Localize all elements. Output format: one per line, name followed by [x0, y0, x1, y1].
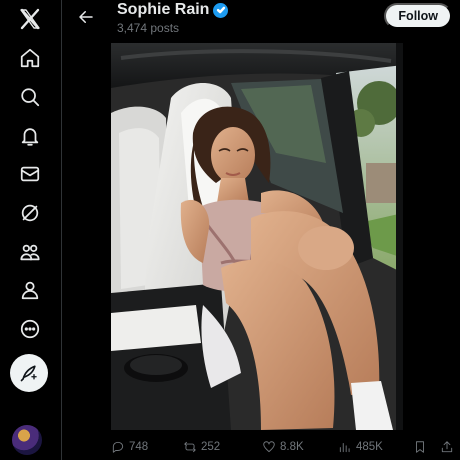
- reply-icon: [112, 441, 124, 453]
- grok-icon[interactable]: [13, 196, 47, 230]
- search-icon[interactable]: [13, 80, 47, 114]
- repost-icon: [184, 441, 196, 453]
- compose-post-button[interactable]: [10, 354, 48, 392]
- heart-icon: [263, 441, 275, 453]
- views-button[interactable]: 485K: [338, 440, 383, 454]
- home-icon[interactable]: [13, 41, 47, 75]
- share-button[interactable]: [440, 440, 454, 454]
- views-chart-icon: [339, 443, 350, 453]
- nav-rail: [0, 0, 62, 460]
- repost-count: 252: [201, 441, 221, 453]
- posts-count: 3,474 posts: [117, 21, 180, 35]
- profile-icon[interactable]: [13, 273, 47, 307]
- repost-button[interactable]: 252: [183, 440, 220, 454]
- more-icon[interactable]: [13, 312, 47, 346]
- post-photo[interactable]: [111, 43, 403, 430]
- views-count: 485K: [356, 441, 383, 453]
- compose-icon: [20, 365, 37, 382]
- follow-button[interactable]: Follow: [384, 3, 452, 29]
- profile-name-row: Sophie Rain: [117, 1, 229, 19]
- profile-name: Sophie Rain: [117, 1, 210, 18]
- back-arrow-icon[interactable]: [73, 4, 99, 30]
- bookmark-icon: [416, 441, 424, 453]
- notifications-icon[interactable]: [13, 119, 47, 153]
- reply-count: 748: [129, 441, 149, 453]
- profile-header: Sophie Rain 3,474 posts Follow: [63, 0, 460, 40]
- x-logo-icon[interactable]: [13, 2, 47, 36]
- post-action-bar: 748 252 8.8K 485K: [63, 438, 460, 460]
- account-avatar[interactable]: [12, 425, 42, 455]
- verified-badge-icon: [213, 2, 229, 18]
- bookmark-button[interactable]: [413, 440, 427, 454]
- like-button[interactable]: 8.8K: [262, 440, 304, 454]
- share-icon: [441, 441, 453, 453]
- messages-icon[interactable]: [13, 157, 47, 191]
- like-count: 8.8K: [280, 441, 304, 453]
- communities-icon[interactable]: [13, 235, 47, 269]
- reply-button[interactable]: 748: [111, 440, 148, 454]
